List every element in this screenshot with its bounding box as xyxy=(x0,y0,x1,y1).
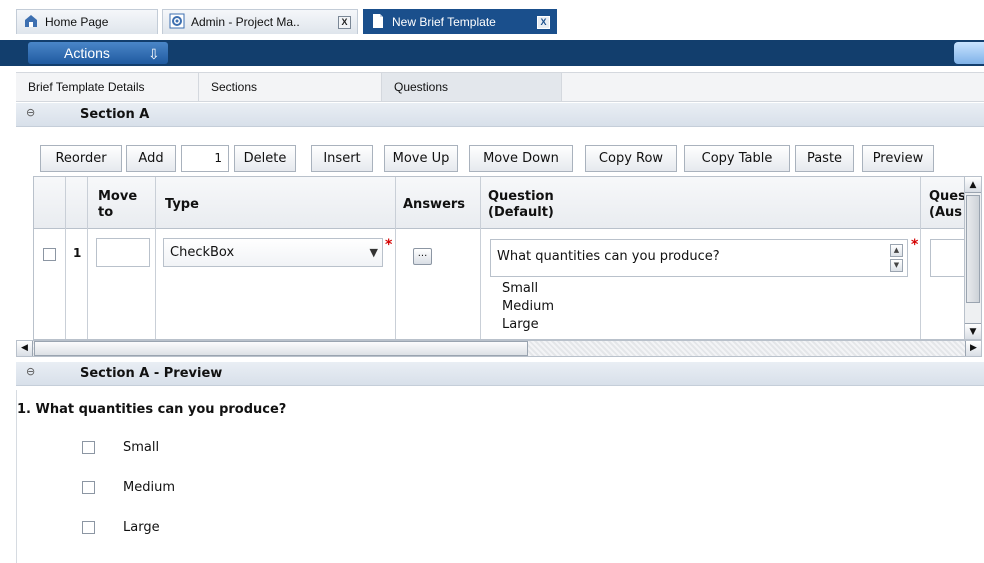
type-select[interactable]: CheckBox ▼ xyxy=(163,238,383,267)
arrow-down-icon: ⇩ xyxy=(148,46,160,62)
answer-item: Large xyxy=(502,317,539,332)
tab-new-brief-template[interactable]: New Brief Template X xyxy=(363,9,557,34)
answer-item: Small xyxy=(502,281,539,296)
tab-brief-template-details[interactable]: Brief Template Details xyxy=(16,73,199,101)
copy-row-button[interactable]: Copy Row xyxy=(585,145,677,172)
actions-label: Actions xyxy=(64,45,110,61)
chevron-down-icon: ▼ xyxy=(369,246,378,259)
header-answers: Answers xyxy=(403,197,466,212)
grid-horizontal-scrollbar[interactable]: ◀ ▶ xyxy=(16,340,982,357)
required-indicator: * xyxy=(911,237,919,253)
text-scroll-spinner[interactable]: ▲ ▼ xyxy=(890,244,903,272)
reorder-button[interactable]: Reorder xyxy=(40,145,122,172)
close-icon[interactable]: X xyxy=(338,16,351,29)
delete-button[interactable]: Delete xyxy=(234,145,296,172)
row-number: 1 xyxy=(73,246,82,260)
move-up-button[interactable]: Move Up xyxy=(384,145,458,172)
option-checkbox[interactable] xyxy=(82,441,95,454)
document-icon xyxy=(370,13,386,29)
scroll-down-icon[interactable]: ▼ xyxy=(965,323,981,339)
tab-label: Admin - Project Ma.. xyxy=(191,15,300,29)
tab-bar: Home Page Admin - Project Ma.. X New Bri… xyxy=(0,0,984,40)
collapse-icon[interactable]: ⊖ xyxy=(26,365,35,378)
section-title: Section A xyxy=(80,107,150,122)
scroll-thumb[interactable] xyxy=(34,341,528,356)
option-label: Small xyxy=(123,440,160,455)
insert-button[interactable]: Insert xyxy=(311,145,373,172)
scroll-thumb[interactable] xyxy=(966,195,980,303)
questions-grid: Move to Type Answers Question (Default) Qu… xyxy=(33,176,965,340)
option-label: Medium xyxy=(123,480,175,495)
preview-question: 1. What quantities can you produce? xyxy=(17,402,287,417)
required-indicator: * xyxy=(385,237,393,253)
tab-label: New Brief Template xyxy=(392,15,496,29)
tab-sections[interactable]: Sections xyxy=(199,73,382,101)
edit-answers-button[interactable]: ... xyxy=(413,248,432,265)
add-button[interactable]: Add xyxy=(126,145,176,172)
question-aus-input[interactable] xyxy=(930,239,964,277)
move-down-button[interactable]: Move Down xyxy=(469,145,573,172)
type-value: CheckBox xyxy=(170,245,235,260)
header-type: Type xyxy=(165,197,199,212)
question-default-input[interactable]: What quantities can you produce? ▲ ▼ xyxy=(490,239,908,277)
paste-button[interactable]: Paste xyxy=(795,145,854,172)
tab-questions[interactable]: Questions xyxy=(382,73,562,101)
close-icon[interactable]: X xyxy=(537,16,550,29)
answer-item: Medium xyxy=(502,299,554,314)
actions-bar: Actions ⇩ xyxy=(0,40,984,66)
preview-title: Section A - Preview xyxy=(80,366,223,381)
copy-table-button[interactable]: Copy Table xyxy=(684,145,790,172)
actions-menu-button[interactable]: Actions ⇩ xyxy=(28,42,168,64)
add-count-input[interactable]: 1 xyxy=(181,145,229,172)
header-question-aus: Ques (Aus xyxy=(929,189,965,220)
option-checkbox[interactable] xyxy=(82,481,95,494)
tab-label: Home Page xyxy=(45,15,109,29)
panel-toggle-icon[interactable] xyxy=(954,42,984,64)
header-question-default: Question (Default) xyxy=(488,189,554,220)
home-icon xyxy=(23,13,39,29)
preview-section-header: ⊖ Section A - Preview xyxy=(16,362,984,386)
row-select-checkbox[interactable] xyxy=(43,248,56,261)
gear-icon xyxy=(169,13,185,29)
tab-admin-project[interactable]: Admin - Project Ma.. X xyxy=(162,9,358,34)
move-to-input[interactable] xyxy=(96,238,150,267)
scroll-right-icon[interactable]: ▶ xyxy=(965,341,981,356)
sub-tab-bar: Brief Template Details Sections Question… xyxy=(16,72,984,102)
collapse-icon[interactable]: ⊖ xyxy=(26,106,35,119)
preview-button[interactable]: Preview xyxy=(862,145,934,172)
scroll-up-icon[interactable]: ▲ xyxy=(965,177,981,193)
scroll-left-icon[interactable]: ◀ xyxy=(17,341,33,356)
grid-vertical-scrollbar[interactable]: ▲ ▼ xyxy=(964,176,982,340)
question-value: What quantities can you produce? xyxy=(497,249,720,264)
option-label: Large xyxy=(123,520,160,535)
option-checkbox[interactable] xyxy=(82,521,95,534)
header-move-to: Move to xyxy=(98,189,138,220)
section-header: ⊖ Section A xyxy=(16,103,984,127)
tab-home-page[interactable]: Home Page xyxy=(16,9,158,34)
